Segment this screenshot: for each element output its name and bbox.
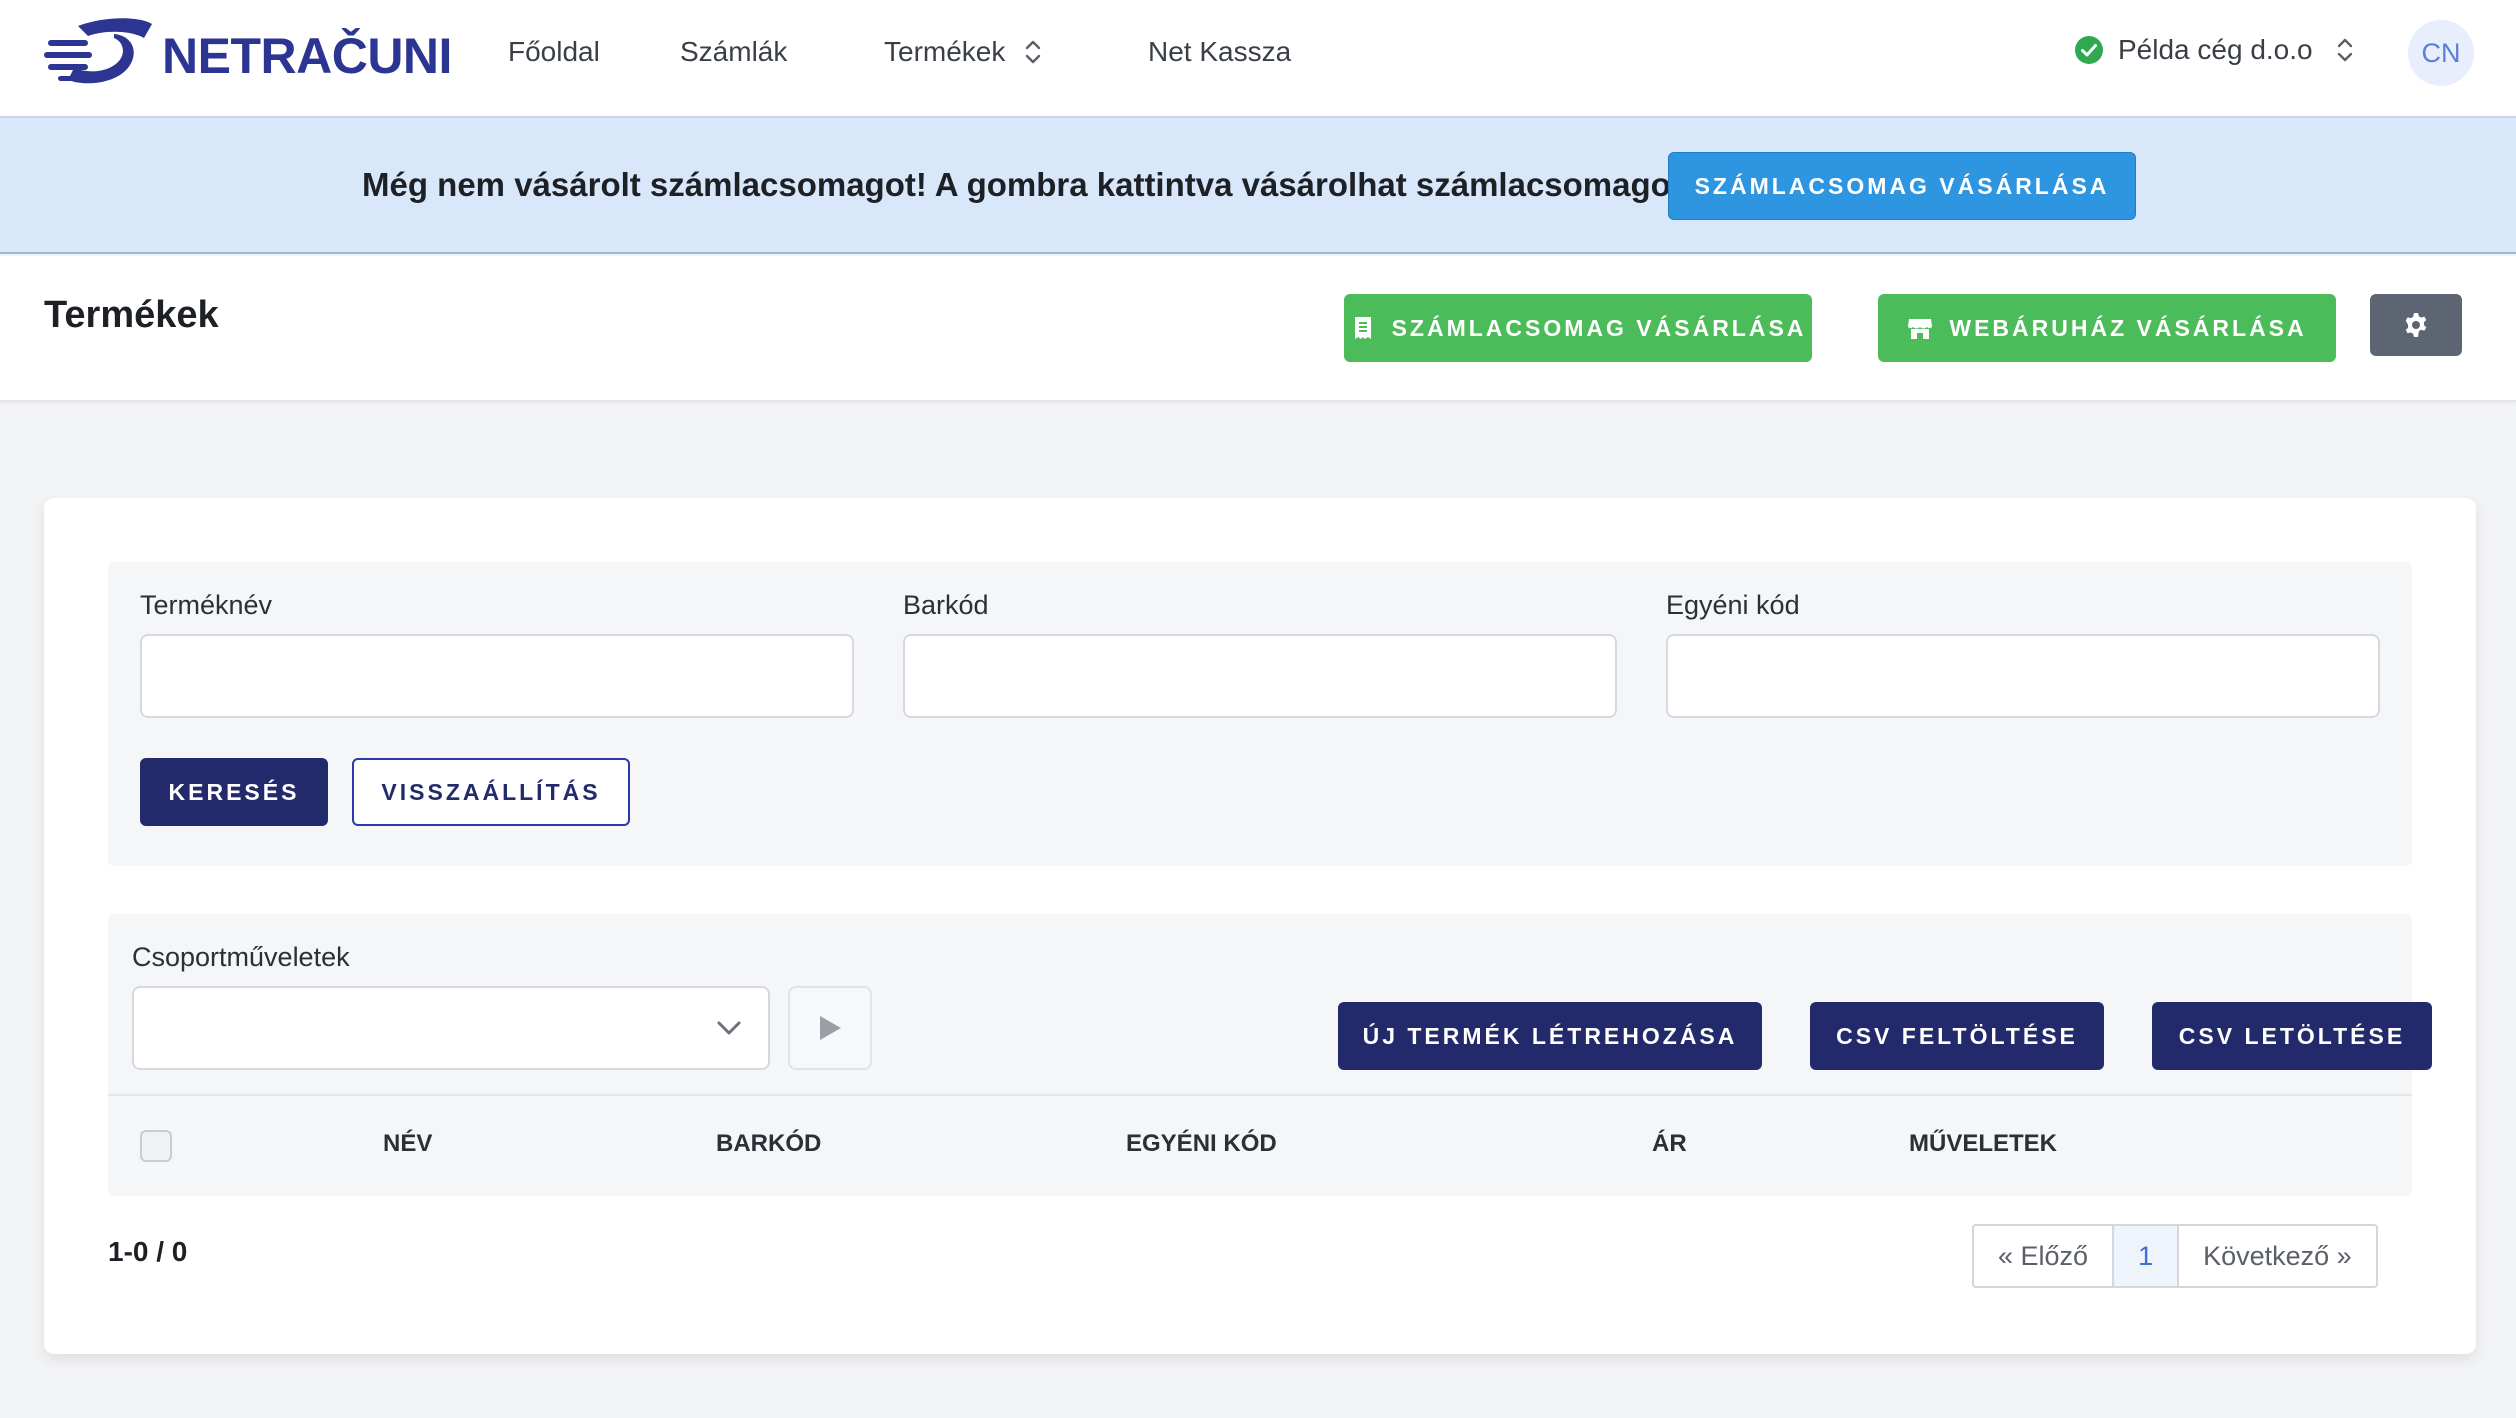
banner-buy-package-label: SZÁMLACSOMAG VÁSÁRLÁSA [1694, 172, 2110, 199]
column-barcode[interactable]: BARKÓD [716, 1130, 821, 1158]
barcode-label: Barkód [903, 590, 989, 620]
bulk-actions-select[interactable] [132, 986, 770, 1070]
result-count: 1-0 / 0 [108, 1236, 188, 1267]
company-name: Példa cég d.o.o [2118, 34, 2313, 65]
play-icon [820, 1016, 841, 1040]
custom-code-label: Egyéni kód [1666, 590, 1800, 620]
pagination-page-1[interactable]: 1 [2112, 1226, 2178, 1286]
gear-icon [2405, 313, 2427, 337]
csv-upload-label: CSV FELTÖLTÉSE [1836, 1022, 2078, 1049]
csv-download-button[interactable]: CSV LETÖLTÉSE [2152, 1002, 2432, 1070]
logo-icon [44, 18, 152, 84]
user-initials: CN [2421, 37, 2461, 68]
csv-download-label: CSV LETÖLTÉSE [2178, 1022, 2406, 1049]
buy-webshop-button[interactable]: WEBÁRUHÁZ VÁSÁRLÁSA [1878, 294, 2336, 362]
pagination-prev[interactable]: « Előző [1974, 1226, 2112, 1286]
nav-invoices[interactable]: Számlák [680, 36, 787, 68]
filter-panel: Terméknév Barkód Egyéni kód KERESÉS VISS… [108, 562, 2412, 866]
product-name-label: Terméknév [140, 590, 273, 620]
column-name[interactable]: NÉV [383, 1130, 432, 1158]
bulk-actions-label: Csoportműveletek [132, 942, 350, 972]
chevron-up-down-icon [2337, 38, 2352, 62]
column-actions: MŰVELETEK [1909, 1130, 2058, 1157]
buy-package-label: SZÁMLACSOMAG VÁSÁRLÁSA [1391, 314, 1807, 341]
select-all-checkbox[interactable] [140, 1130, 172, 1162]
nav-home[interactable]: Főoldal [508, 36, 600, 68]
top-navbar: NETRAČUNI Főoldal Számlák Termékek Net K… [0, 0, 2516, 118]
custom-code-input[interactable] [1666, 634, 2380, 718]
page-header: Termékek SZÁMLACSOMAG VÁSÁRLÁSA WEBÁRUHÁ… [0, 256, 2516, 402]
reset-button[interactable]: VISSZAÁLLÍTÁS [352, 758, 630, 826]
nav-invoices-label: Számlák [680, 36, 788, 67]
banner-buy-package-button[interactable]: SZÁMLACSOMAG VÁSÁRLÁSA [1668, 152, 2136, 220]
product-name-input[interactable] [140, 634, 854, 718]
pagination-next[interactable]: Következő » [2177, 1226, 2376, 1286]
nav-net-kassza[interactable]: Net Kassza [1148, 36, 1291, 68]
new-product-button[interactable]: ÚJ TERMÉK LÉTREHOZÁSA [1338, 1002, 1762, 1070]
nav-home-label: Főoldal [508, 36, 600, 67]
new-product-label: ÚJ TERMÉK LÉTREHOZÁSA [1362, 1022, 1738, 1049]
products-card: Terméknév Barkód Egyéni kód KERESÉS VISS… [44, 498, 2476, 1354]
column-custom-code[interactable]: EGYÉNI KÓD [1126, 1130, 1277, 1158]
receipt-icon [1354, 317, 1371, 339]
products-table-header: NÉV BARKÓD EGYÉNI KÓD ÁR MŰVELETEK [108, 1094, 2412, 1192]
banner-message: Még nem vásárolt számlacsomagot! A gombr… [362, 166, 1691, 203]
bulk-actions-panel: Csoportműveletek ÚJ TERMÉK LÉTREHOZÁSA C… [108, 914, 2432, 1196]
barcode-input[interactable] [903, 634, 1617, 718]
logo-text: NETRAČUNI [162, 28, 452, 84]
page-title: Termékek [44, 294, 219, 336]
pagination: « Előző 1 Következő » [1972, 1224, 2378, 1288]
check-circle-icon [2075, 36, 2103, 64]
buy-package-button[interactable]: SZÁMLACSOMAG VÁSÁRLÁSA [1344, 294, 1812, 362]
store-icon [1908, 319, 1933, 339]
logo[interactable]: NETRAČUNI [44, 14, 452, 88]
user-avatar[interactable]: CN [2408, 20, 2474, 86]
reset-button-label: VISSZAÁLLÍTÁS [381, 778, 601, 805]
chevron-up-down-icon [1026, 40, 1041, 64]
nav-net-kassza-label: Net Kassza [1148, 36, 1292, 67]
csv-upload-button[interactable]: CSV FELTÖLTÉSE [1810, 1002, 2104, 1070]
buy-webshop-label: WEBÁRUHÁZ VÁSÁRLÁSA [1949, 314, 2307, 341]
column-price[interactable]: ÁR [1652, 1130, 1687, 1158]
search-button[interactable]: KERESÉS [140, 758, 328, 826]
bulk-run-button[interactable] [788, 986, 872, 1070]
company-switcher[interactable]: Példa cég d.o.o [2074, 34, 2355, 66]
nav-products[interactable]: Termékek [884, 36, 1043, 68]
package-banner: Még nem vásárolt számlacsomagot! A gombr… [0, 118, 2516, 254]
nav-products-label: Termékek [884, 36, 1006, 67]
settings-button[interactable] [2370, 294, 2462, 356]
chevron-down-icon [717, 1021, 741, 1035]
search-button-label: KERESÉS [168, 778, 300, 805]
